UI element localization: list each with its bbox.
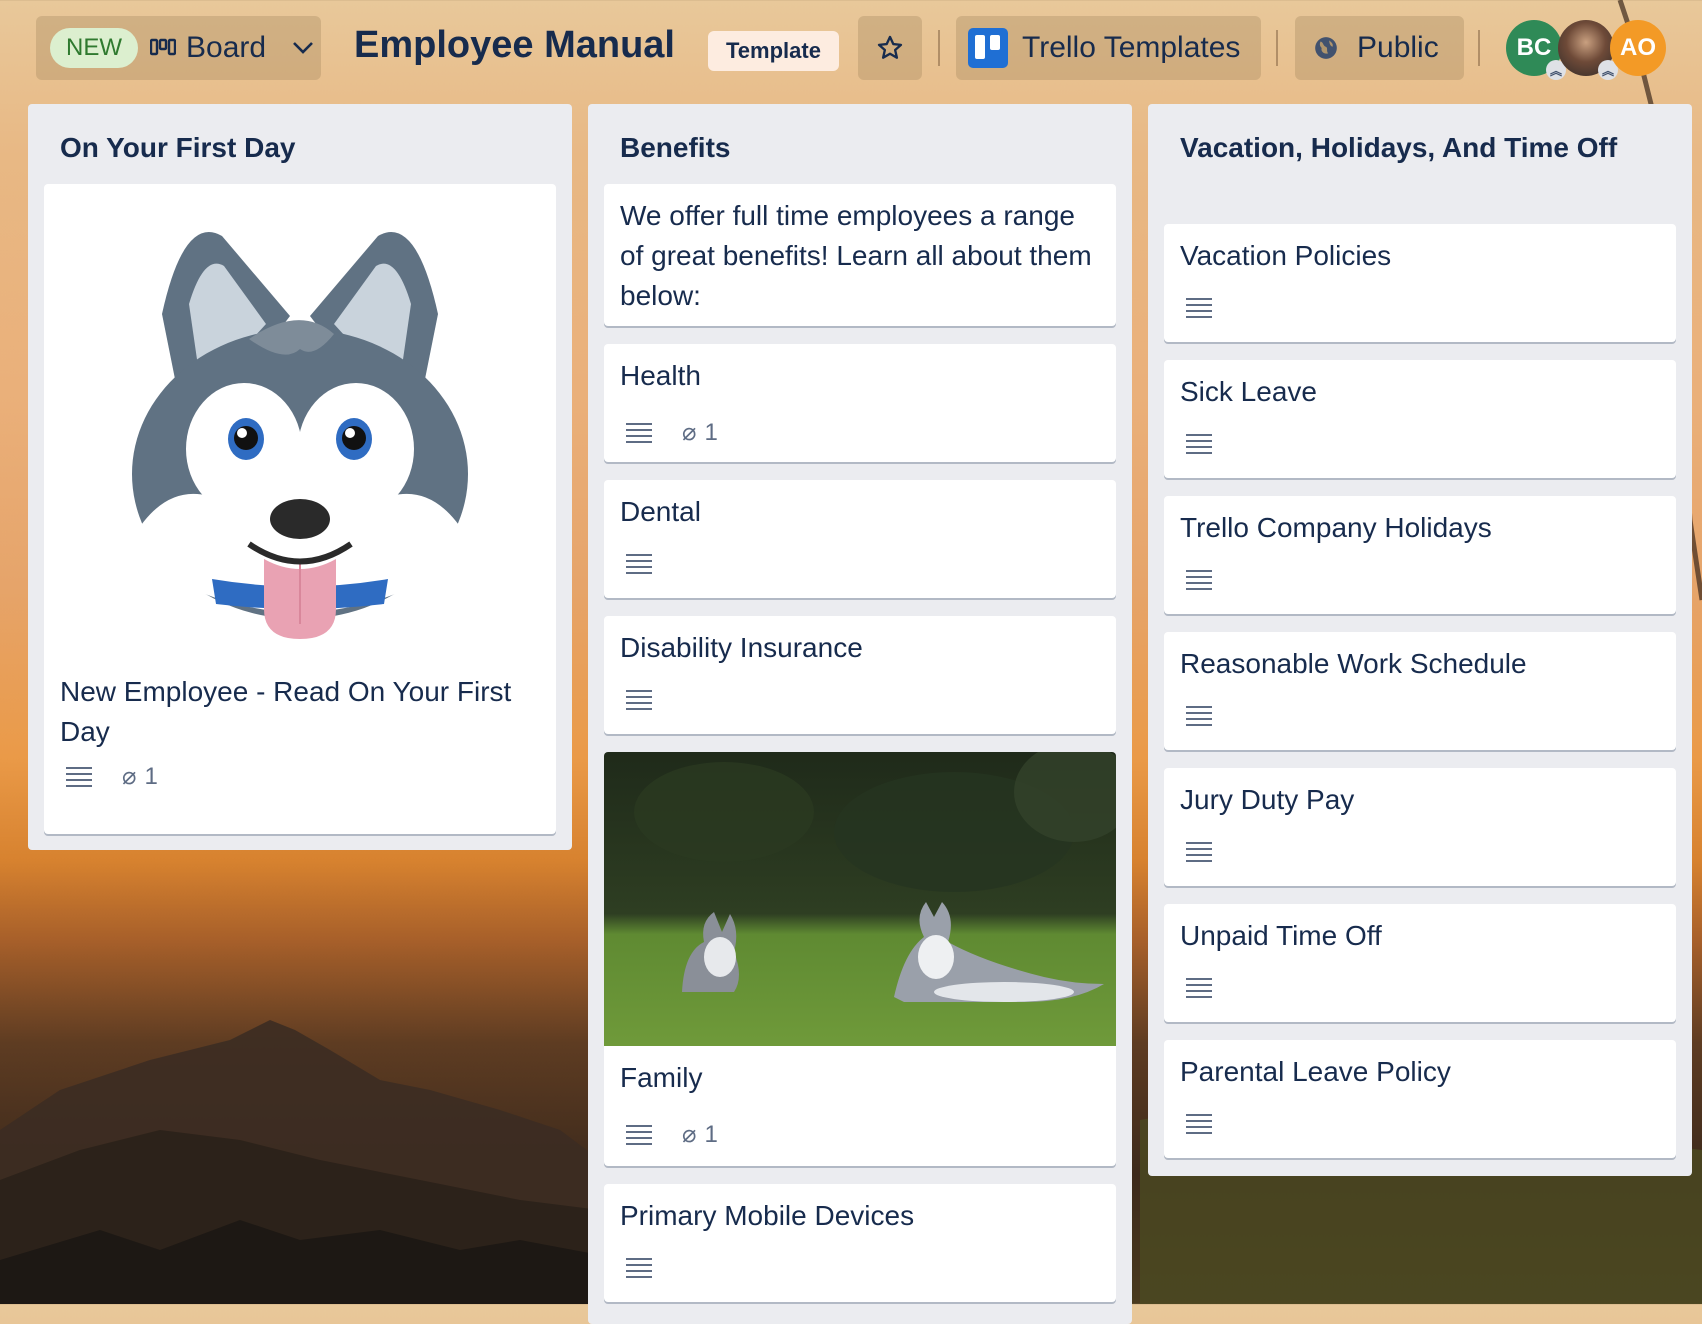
avatar[interactable]: ︽ (1558, 20, 1618, 80)
attachment-icon: ⌀ (122, 763, 137, 790)
visibility-label: Public (1357, 31, 1439, 64)
globe-icon (1315, 37, 1337, 59)
description-icon (1186, 1114, 1212, 1134)
board-view-label: Board (186, 31, 267, 64)
card[interactable]: We offer full time employees a range of … (604, 184, 1116, 326)
card-title: Family (620, 1062, 703, 1093)
attachment-count: 1 (144, 762, 158, 790)
header-divider (1276, 30, 1278, 66)
template-badge: Template (708, 31, 839, 71)
card-badges (1186, 434, 1212, 454)
card-badges: ⌀ 1 (626, 1120, 718, 1149)
card-title: Disability Insurance (620, 632, 863, 663)
huskies-photo-cover (604, 752, 1116, 1046)
description-icon (626, 554, 652, 574)
card[interactable]: Sick Leave (1164, 360, 1676, 478)
card[interactable]: Trello Company Holidays (1164, 496, 1676, 614)
card-badges (1186, 706, 1212, 726)
description-icon (1186, 842, 1212, 862)
card-title: Reasonable Work Schedule (1180, 648, 1527, 679)
trello-logo-icon (968, 28, 1008, 68)
card[interactable]: New Employee - Read On Your First Day ⌀ … (44, 184, 556, 834)
list-title[interactable]: Benefits (620, 128, 730, 168)
card[interactable]: Vacation Policies (1164, 224, 1676, 342)
card-badges (1186, 842, 1212, 862)
board-title[interactable]: Employee Manual (354, 24, 675, 67)
new-badge: NEW (50, 28, 138, 68)
avatar[interactable]: BC ︽ (1506, 20, 1566, 80)
attachment-icon: ⌀ (682, 419, 697, 446)
avatar-initials: AO (1620, 34, 1656, 61)
attachment-icon: ⌀ (682, 1121, 697, 1148)
attachment-count: 1 (704, 418, 718, 446)
card-badges: ⌀ 1 (626, 418, 718, 447)
card-title: Vacation Policies (1180, 240, 1392, 271)
description-icon (1186, 570, 1212, 590)
card[interactable]: Dental (604, 480, 1116, 598)
description-icon (626, 690, 652, 710)
card[interactable]: Reasonable Work Schedule (1164, 632, 1676, 750)
list-title[interactable]: On Your First Day (60, 128, 295, 168)
chevron-down-icon (293, 42, 313, 54)
list-benefits: Benefits We offer full time employees a … (588, 104, 1132, 1324)
description-icon (1186, 298, 1212, 318)
husky-illustration-cover (132, 232, 468, 639)
card-badges (1186, 298, 1212, 318)
description-icon (66, 766, 92, 787)
description-icon (1186, 434, 1212, 454)
card-badges (1186, 978, 1212, 998)
card-badges: ⌀ 1 (66, 762, 158, 791)
card[interactable]: Family ⌀ 1 (604, 752, 1116, 1166)
card-title: Unpaid Time Off (1180, 920, 1382, 951)
card-title: Primary Mobile Devices (620, 1200, 915, 1231)
card-title: Sick Leave (1180, 376, 1317, 407)
card-title: Trello Company Holidays (1180, 512, 1492, 543)
visibility-button[interactable]: Public (1295, 16, 1464, 80)
description-icon (626, 1124, 652, 1145)
star-board-button[interactable] (858, 16, 922, 80)
card[interactable]: Disability Insurance (604, 616, 1116, 734)
card-title: Jury Duty Pay (1180, 784, 1355, 815)
list-title[interactable]: Vacation, Holidays, And Time Off (1180, 128, 1650, 168)
board-header: NEW Board Employee Manual Template Trell… (0, 0, 1702, 100)
card-title: Parental Leave Policy (1180, 1056, 1451, 1087)
board-view-icon (150, 38, 176, 56)
card[interactable]: Primary Mobile Devices (604, 1184, 1116, 1302)
star-icon (877, 35, 903, 59)
list-vacation-holidays-time-off: Vacation, Holidays, And Time Off Vacatio… (1148, 104, 1692, 1176)
attachment-count: 1 (704, 1120, 718, 1148)
card[interactable]: Parental Leave Policy (1164, 1040, 1676, 1158)
card[interactable]: Unpaid Time Off (1164, 904, 1676, 1022)
card-badges (626, 1258, 652, 1278)
description-icon (1186, 978, 1212, 998)
description-icon (1186, 706, 1212, 726)
card-badges (1186, 1114, 1212, 1134)
avatar[interactable]: AO (1610, 20, 1666, 76)
card-title: Health (620, 360, 701, 391)
card-badges (626, 554, 652, 574)
card[interactable]: Health ⌀ 1 (604, 344, 1116, 462)
workspace-button[interactable]: Trello Templates (956, 16, 1261, 80)
description-icon (626, 1258, 652, 1278)
card-badges (626, 690, 652, 710)
card-title: Dental (620, 496, 701, 527)
avatar-initials: BC (1516, 34, 1552, 61)
card-title: New Employee - Read On Your First Day (60, 676, 512, 747)
card-title: We offer full time employees a range of … (620, 200, 1092, 311)
header-divider (938, 30, 940, 66)
list-on-your-first-day: On Your First Day New Employee - Read On… (28, 104, 572, 850)
card-badges (1186, 570, 1212, 590)
description-icon (626, 422, 652, 443)
card[interactable]: Jury Duty Pay (1164, 768, 1676, 886)
board-view-switcher[interactable]: NEW Board (36, 16, 321, 80)
header-divider (1478, 30, 1480, 66)
workspace-label: Trello Templates (1022, 31, 1241, 64)
